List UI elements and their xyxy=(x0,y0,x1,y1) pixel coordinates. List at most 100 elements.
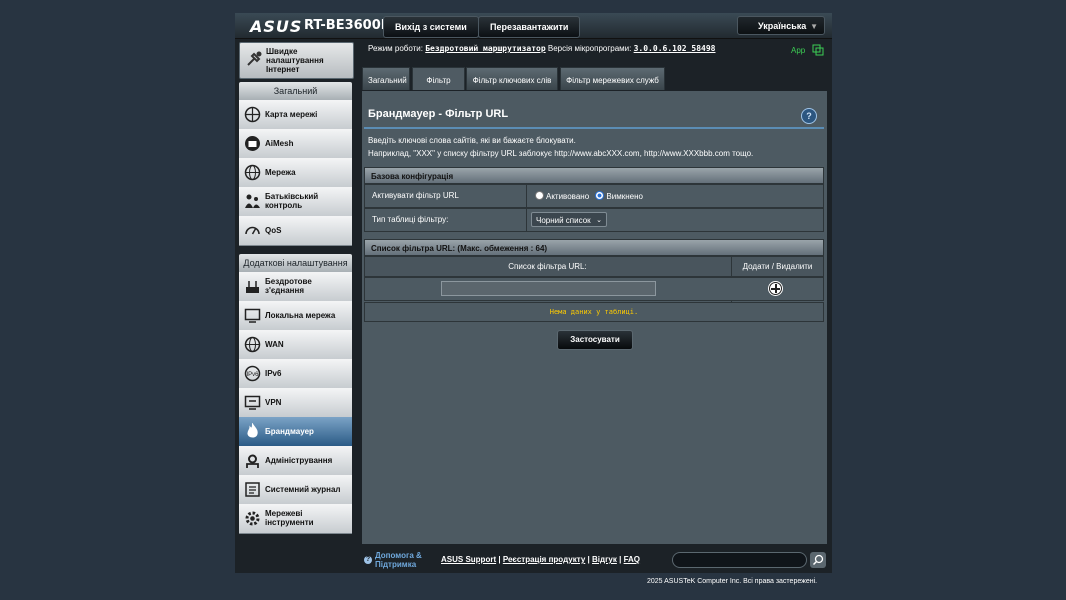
language-select[interactable]: Українська ▼ xyxy=(737,16,825,35)
sidebar-item-label: Системний журнал xyxy=(265,485,341,494)
sidebar-item-network[interactable]: Мережа xyxy=(239,158,352,188)
filter-type-value: Чорний список xyxy=(536,216,591,225)
speedometer-icon xyxy=(245,226,260,235)
chevron-down-icon: ▼ xyxy=(810,22,818,31)
tab-general[interactable]: Загальний xyxy=(362,67,410,90)
product-registration-link[interactable]: Реєстрація продукту xyxy=(503,555,585,564)
reboot-button[interactable]: Перезавантажити xyxy=(478,16,581,38)
search-icon xyxy=(812,554,824,566)
app-label[interactable]: App xyxy=(791,46,805,55)
qis-label: Швидке налаштування Інтернет xyxy=(266,47,324,74)
radio-disabled-dot[interactable] xyxy=(595,191,605,200)
mode-label: Режим роботи: xyxy=(368,44,423,53)
ipv6-icon: IPv6 xyxy=(244,365,261,382)
plus-circle-icon xyxy=(769,282,782,295)
filter-type-select[interactable]: Чорний список ⌄ xyxy=(531,212,607,227)
sidebar-item-label: IPv6 xyxy=(265,369,282,378)
radio-enabled[interactable]: Активовано xyxy=(535,191,590,201)
enable-filter-label: Активувати фільтр URL xyxy=(365,185,527,207)
sidebar-item-ipv6[interactable]: IPv6 IPv6 xyxy=(239,359,352,389)
enable-filter-options: Активовано Вимкнено xyxy=(535,191,643,201)
mode-link[interactable]: Бездротовий маршрутизатор xyxy=(425,44,545,53)
url-list-header: Список фільтра URL: (Макс. обмеження : 6… xyxy=(364,239,824,256)
status-line: Режим роботи: Бездротовий маршрутизатор … xyxy=(368,44,716,53)
title-divider xyxy=(364,127,824,129)
chevron-down-icon: ⌄ xyxy=(596,217,602,224)
sidebar-item-vpn[interactable]: VPN xyxy=(239,388,352,418)
radio-enabled-label: Активовано xyxy=(546,192,590,201)
sidebar-item-network-map[interactable]: Карта мережі xyxy=(239,100,352,130)
top-bar: ASUS RT-BE3600E Вихід з системи Перезава… xyxy=(235,13,832,39)
page-title: Брандмауер - Фільтр URL xyxy=(368,108,509,120)
apply-button[interactable]: Застосувати xyxy=(557,330,633,350)
sidebar-item-label: AiMesh xyxy=(265,139,294,148)
lan-icon xyxy=(244,308,261,323)
help-support-link[interactable]: Допомога & Підтримка xyxy=(375,551,430,569)
radio-disabled-label: Вимкнено xyxy=(606,192,643,201)
basic-config-header: Базова конфігурація xyxy=(364,167,824,184)
aimesh-icon xyxy=(245,136,260,151)
sidebar-item-lan[interactable]: Локальна мережа xyxy=(239,301,352,331)
asus-support-link[interactable]: ASUS Support xyxy=(441,555,496,564)
tab-network-services-filter[interactable]: Фільтр мережевих служб xyxy=(560,67,665,90)
globe-icon xyxy=(244,164,261,181)
col-add-delete: Додати / Видалити xyxy=(742,262,813,271)
general-section-header: Загальний xyxy=(239,82,352,100)
sidebar-item-parental-control[interactable]: Батьківський контроль xyxy=(239,187,352,217)
firmware-label: Версія мікропрограми: xyxy=(547,44,632,53)
sidebar-item-administration[interactable]: Адміністрування xyxy=(239,446,352,476)
feedback-link[interactable]: Відгук xyxy=(592,555,617,564)
log-icon xyxy=(245,482,260,497)
radio-disabled[interactable]: Вимкнено xyxy=(595,191,643,201)
sidebar-item-label: Адміністрування xyxy=(265,456,333,465)
sidebar-item-label: Бездротове з'єднання xyxy=(265,277,312,295)
sidebar-item-label: Локальна мережа xyxy=(265,311,336,320)
copyright: 2025 ASUSTeK Computer Inc. Всі права зас… xyxy=(647,578,818,585)
language-value: Українська xyxy=(758,21,807,31)
search-input[interactable] xyxy=(672,552,807,568)
globe-icon xyxy=(244,336,261,353)
help-icon[interactable]: ? xyxy=(801,108,817,124)
admin-icon xyxy=(246,454,259,468)
empty-table-message: Нема даних у таблиці. xyxy=(364,302,824,322)
sidebar-item-label: Батьківський контроль xyxy=(265,192,319,210)
search-button[interactable] xyxy=(810,552,826,568)
sidebar-item-aimesh[interactable]: AiMesh xyxy=(239,129,352,159)
url-input[interactable] xyxy=(441,281,656,296)
sidebar-item-label: WAN xyxy=(265,340,284,349)
col-url-list: Список фільтра URL: xyxy=(508,262,587,271)
gear-icon xyxy=(245,511,260,526)
sidebar-item-wan[interactable]: WAN xyxy=(239,330,352,360)
description-line-2: Наприклад, "XXX" у списку фільтру URL за… xyxy=(368,149,754,158)
sidebar-item-wireless[interactable]: Бездротове з'єднання xyxy=(239,272,352,302)
advanced-section-header: Додаткові налаштування xyxy=(239,254,352,272)
add-url-button[interactable] xyxy=(768,281,783,296)
svg-text:IPv6: IPv6 xyxy=(246,372,259,378)
help-support-icon: ? xyxy=(364,556,372,564)
sidebar-item-firewall[interactable]: Брандмауер xyxy=(239,417,352,447)
firmware-link[interactable]: 3.0.0.6.102_58498 xyxy=(634,44,716,53)
tab-keyword-filter[interactable]: Фільтр ключових слів xyxy=(466,67,558,90)
logout-button[interactable]: Вихід з системи xyxy=(383,16,479,38)
sidebar-item-label: QoS xyxy=(265,226,282,235)
sidebar-item-label: Мережеві інструменти xyxy=(265,509,314,527)
footer-links: ASUS Support | Реєстрація продукту | Від… xyxy=(441,555,640,564)
sidebar-item-qos[interactable]: QoS xyxy=(239,216,352,246)
tab-url-filter[interactable]: Фільтр URL xyxy=(412,67,465,110)
quick-internet-setup[interactable]: Швидке налаштування Інтернет xyxy=(239,42,354,79)
sidebar-item-label: Брандмауер xyxy=(265,427,314,436)
sidebar-item-system-log[interactable]: Системний журнал xyxy=(239,475,352,505)
fire-icon xyxy=(247,423,258,438)
network-map-icon xyxy=(244,106,261,123)
sidebar-item-label: VPN xyxy=(265,398,282,407)
asus-logo: ASUS xyxy=(250,17,303,36)
sidebar-item-network-tools[interactable]: Мережеві інструменти xyxy=(239,504,352,534)
faq-link[interactable]: FAQ xyxy=(624,555,640,564)
footer-separator: | xyxy=(498,555,501,564)
radio-enabled-dot[interactable] xyxy=(535,191,544,200)
family-icon xyxy=(245,194,260,208)
app-icon[interactable] xyxy=(812,44,824,56)
filter-type-label: Тип таблиці фільтру: xyxy=(365,209,527,231)
description-line-1: Введіть ключові слова сайтів, які ви баж… xyxy=(368,136,576,145)
sidebar-item-label: Карта мережі xyxy=(265,110,318,119)
